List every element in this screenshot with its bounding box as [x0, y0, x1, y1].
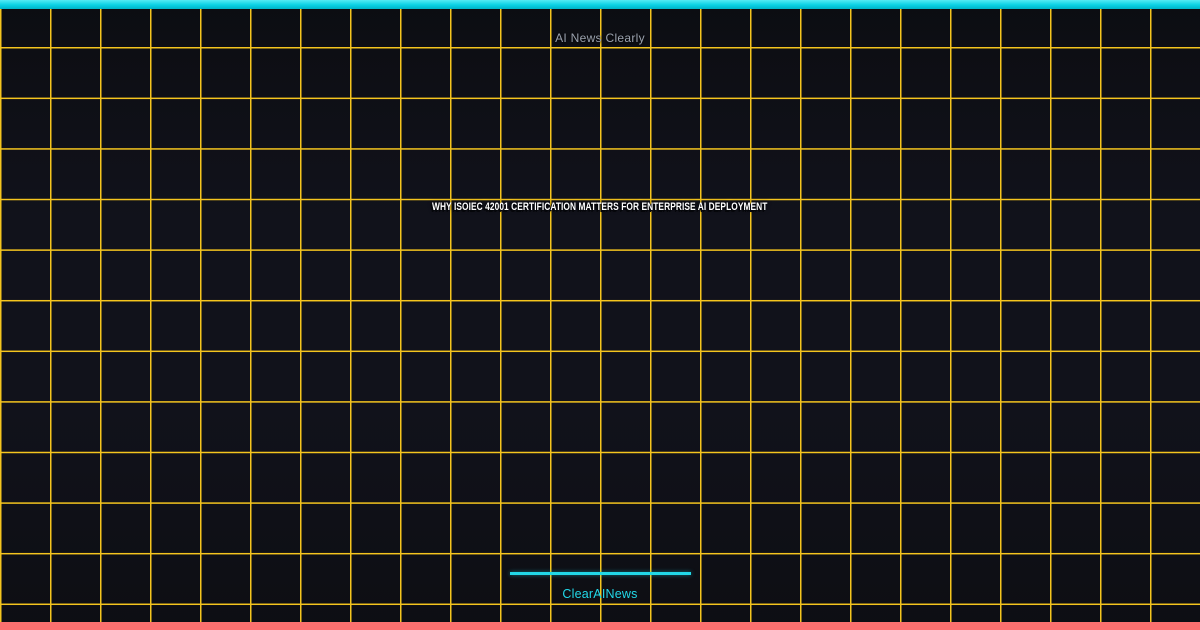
footer-divider-line [510, 572, 691, 575]
grid-background [0, 0, 1200, 630]
card-title: WHY ISOIEC 42001 CERTIFICATION MATTERS F… [432, 201, 768, 213]
site-name: AI News Clearly [555, 31, 645, 45]
footer-brand: ClearAINews [562, 587, 638, 601]
bottom-accent-bar [0, 622, 1200, 630]
top-accent-bar [0, 0, 1200, 9]
title-row: WHY ISOIEC 42001 CERTIFICATION MATTERS F… [0, 201, 1200, 213]
